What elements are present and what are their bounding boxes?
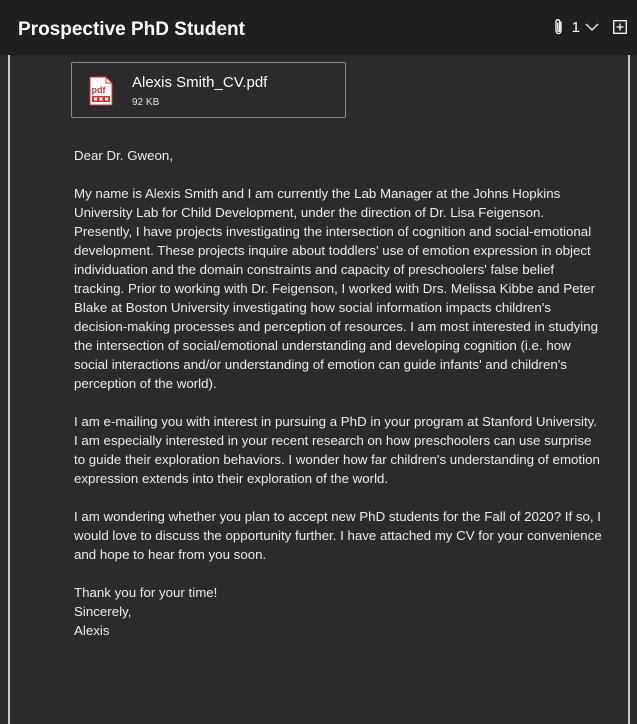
pdf-file-icon: pdf: [89, 76, 113, 106]
greeting: Dear Dr. Gweon,: [74, 148, 174, 163]
attachment-filename[interactable]: Alexis Smith_CV.pdf: [132, 74, 267, 91]
expand-icon[interactable]: [613, 20, 627, 34]
attachment-card[interactable]: pdf Alexis Smith_CV.pdf 92 KB: [71, 62, 346, 118]
closing-sincerely: Sincerely,: [74, 604, 132, 619]
left-border: [8, 55, 10, 724]
header-actions: 1: [552, 18, 627, 36]
right-border: [628, 55, 630, 724]
paragraph-interest: I am e-mailing you with interest in purs…: [74, 414, 600, 486]
paperclip-icon[interactable]: [552, 18, 566, 36]
signature: Alexis: [74, 623, 110, 638]
paragraph-request: I am wondering whether you plan to accep…: [74, 509, 602, 562]
attachment-count[interactable]: 1: [572, 19, 580, 36]
message-header: Prospective PhD Student 1: [0, 0, 637, 55]
chevron-down-icon[interactable]: [585, 22, 599, 32]
message-text: Dear Dr. Gweon, My name is Alexis Smith …: [74, 146, 604, 640]
closing-thanks: Thank you for your time!: [74, 585, 218, 600]
message-subject: Prospective PhD Student: [18, 19, 245, 40]
pdf-icon-label: pdf: [92, 85, 107, 95]
attachment-size: 92 KB: [132, 97, 160, 108]
paragraph-intro: My name is Alexis Smith and I am current…: [74, 186, 599, 391]
